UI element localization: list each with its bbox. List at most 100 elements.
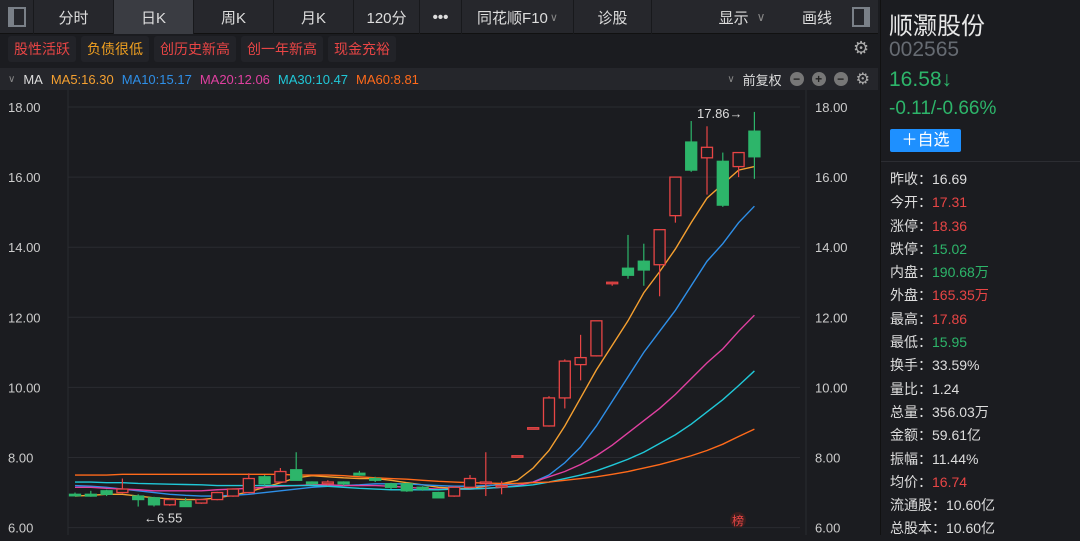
tag-cash-rich[interactable]: 现金充裕 xyxy=(328,36,396,62)
stat-row: 内盘：190.68万 xyxy=(890,261,995,284)
stat-value: 356.03万 xyxy=(932,403,989,420)
stat-value: 1.24 xyxy=(932,380,960,397)
kline-chart[interactable]: 18.00 18.00 16.00 16.00 14.00 14.00 12.00 12.00… xyxy=(0,90,878,535)
chevron-down-icon: ∨ xyxy=(727,73,735,85)
y-tick-label-right: 14.00 xyxy=(815,240,848,255)
ma-bar: ∨ MA MA5:16.30 MA10:15.17 MA20:12.06 MA3… xyxy=(0,68,878,90)
candle-body xyxy=(132,495,145,501)
stat-label: 最高： xyxy=(890,310,932,327)
divider xyxy=(881,161,1080,162)
candle-body xyxy=(84,493,97,497)
candle-body xyxy=(369,477,382,481)
zoom-out-icon[interactable]: − xyxy=(789,72,804,86)
kline-panel: 分时 日K 周K 月K 120分 ••• 同花顺F10 ∨ 诊股 显示 ∨ 画线 股… xyxy=(0,0,878,535)
candle-body xyxy=(226,488,240,497)
candle-body xyxy=(337,481,350,485)
y-tick-label-left: 8.00 xyxy=(8,451,33,466)
candle-body xyxy=(448,486,461,497)
candle-body xyxy=(195,498,208,504)
sidebar-toggle-left[interactable] xyxy=(0,0,34,34)
stat-value: 10.60亿 xyxy=(946,520,996,537)
high-price-label: 17.86→ xyxy=(697,106,743,121)
candle-body xyxy=(669,176,682,217)
tag-active[interactable]: 股性活跃 xyxy=(8,36,76,62)
candle-body xyxy=(527,427,540,430)
tags-gear-icon[interactable]: ⚙ xyxy=(853,38,869,59)
stat-label: 跌停： xyxy=(890,240,932,257)
ma5-line xyxy=(74,165,755,501)
sidebar-toggle-right[interactable] xyxy=(844,0,878,34)
stat-row: 外盘：165.35万 xyxy=(890,284,995,307)
tab-120min[interactable]: 120分 xyxy=(354,0,420,34)
stat-value: 15.95 xyxy=(932,334,968,351)
price-change: -0.11/-0.66% xyxy=(889,98,997,119)
ma5-value: MA5:16.30 xyxy=(50,71,114,87)
stat-label: 振幅： xyxy=(890,450,932,467)
draw-button[interactable]: 画线 xyxy=(790,0,844,34)
panel-icon xyxy=(7,7,26,27)
stat-row: 总量：356.03万 xyxy=(890,401,995,424)
candle-body xyxy=(542,397,556,427)
y-tick-label-right: 18.00 xyxy=(815,100,848,115)
tag-year-high[interactable]: 创一年新高 xyxy=(241,36,323,62)
candle-body xyxy=(147,497,161,506)
candle-body xyxy=(606,281,619,285)
y-tick-label-right: 10.00 xyxy=(815,380,848,395)
stat-label: 量比： xyxy=(890,380,932,397)
stat-label: 内盘： xyxy=(890,264,932,281)
candle-body xyxy=(400,483,413,492)
add-watchlist-button[interactable]: ＋自选 xyxy=(890,129,961,152)
stat-value: 17.86 xyxy=(932,310,968,327)
stat-value: 10.60亿 xyxy=(946,497,996,514)
stat-label: 涨停： xyxy=(890,217,932,234)
stock-code: 002565 xyxy=(889,38,960,61)
stat-label: 均价： xyxy=(890,473,932,490)
f10-dropdown[interactable]: 同花顺F10 ∨ xyxy=(462,0,574,34)
candle-body xyxy=(637,260,650,271)
stat-value: 15.02 xyxy=(932,240,968,257)
tab-daily[interactable]: 日K xyxy=(114,0,194,34)
more-button[interactable]: ••• xyxy=(420,0,462,34)
diagnose-button[interactable]: 诊股 xyxy=(574,0,652,34)
minus-icon[interactable]: − xyxy=(833,72,848,86)
tag-all-time-high[interactable]: 创历史新高 xyxy=(154,36,236,62)
last-price: 16.58↓ xyxy=(889,68,953,91)
tab-intraday[interactable]: 分时 xyxy=(34,0,114,34)
candle-body xyxy=(748,130,761,158)
candle-body xyxy=(274,470,287,483)
stat-value: 17.31 xyxy=(932,194,968,211)
panel-icon xyxy=(852,7,870,27)
tab-weekly[interactable]: 周K xyxy=(194,0,274,34)
stat-label: 最低： xyxy=(890,334,932,351)
candle-body xyxy=(116,488,129,494)
tag-low-debt[interactable]: 负债很低 xyxy=(81,36,149,62)
candle-body xyxy=(716,160,729,206)
ma-gear-icon[interactable]: ⚙ xyxy=(856,69,870,89)
y-tick-label-left: 18.00 xyxy=(8,100,41,115)
adjust-dropdown[interactable]: 前复权 xyxy=(743,70,782,89)
candle-body xyxy=(242,477,255,494)
candle-body xyxy=(653,229,666,266)
candle-body xyxy=(700,146,714,159)
zoom-in-icon[interactable]: + xyxy=(811,72,826,86)
ma20-value: MA20:12.06 xyxy=(199,71,270,87)
stat-label: 金额： xyxy=(890,427,932,444)
chevron-down-icon: ∨ xyxy=(549,11,558,24)
chevron-down-icon: ∨ xyxy=(756,10,766,24)
y-tick-label-right: 6.00 xyxy=(815,521,840,535)
low-price-label: ←6.55 xyxy=(144,510,182,525)
stat-row: 金额：59.61亿 xyxy=(890,424,995,447)
stat-value: 33.59% xyxy=(932,357,980,374)
stat-row: 总股本：10.60亿 xyxy=(890,517,995,540)
ma30-value: MA30:10.47 xyxy=(277,71,349,87)
ma-label[interactable]: MA xyxy=(23,72,43,87)
tab-monthly[interactable]: 月K xyxy=(274,0,354,34)
y-tick-label-left: 12.00 xyxy=(8,310,41,325)
chevron-down-icon[interactable]: ∨ xyxy=(8,74,15,85)
display-dropdown[interactable]: 显示 ∨ xyxy=(694,0,790,34)
y-tick-label-right: 8.00 xyxy=(815,451,840,466)
candle-body xyxy=(68,493,82,497)
y-tick-label-left: 10.00 xyxy=(8,380,41,395)
stat-row: 今开：17.31 xyxy=(890,191,995,214)
stat-value: 16.69 xyxy=(932,171,968,187)
